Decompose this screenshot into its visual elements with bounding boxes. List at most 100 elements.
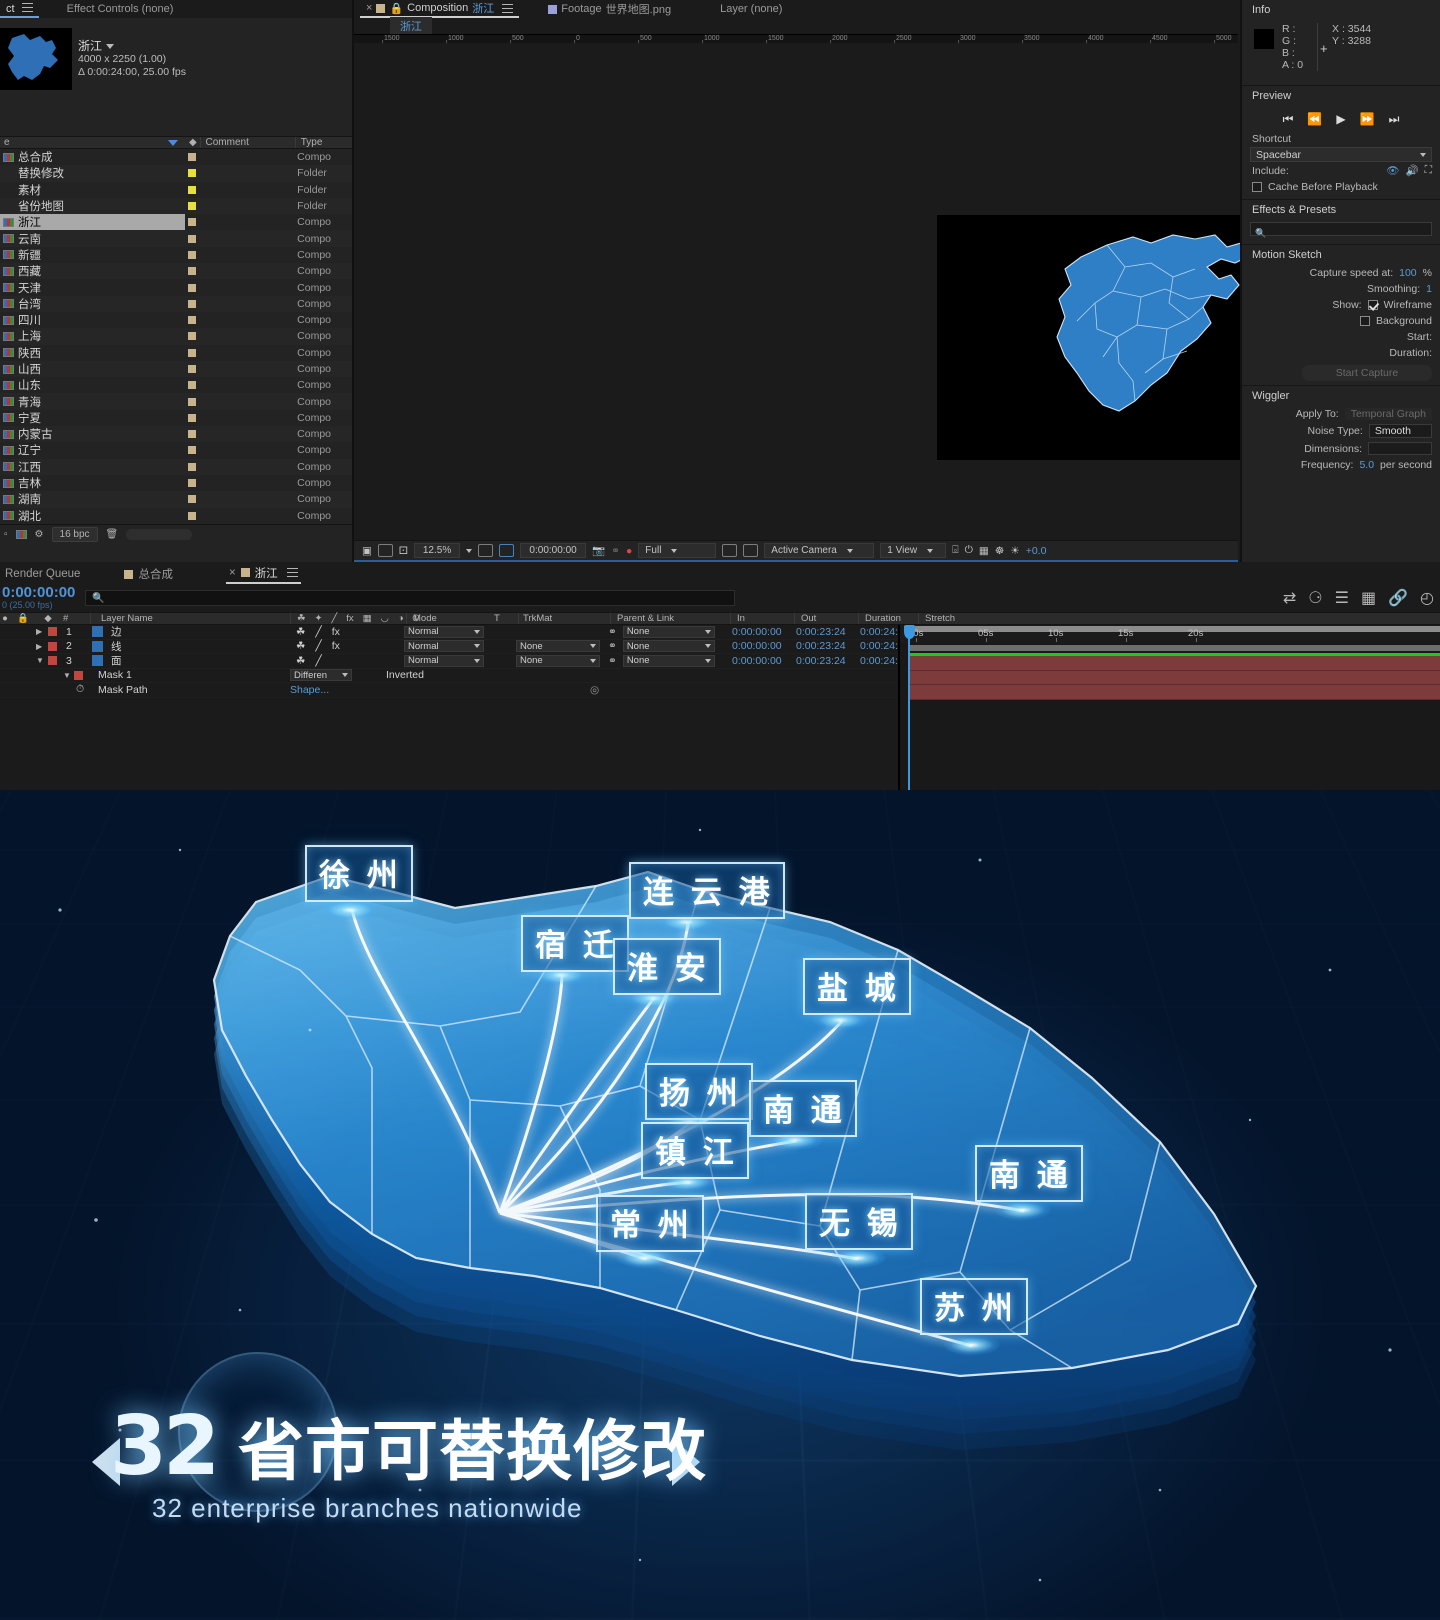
project-list-item[interactable]: 湖南 Compo — [0, 491, 352, 508]
project-item-label-swatch[interactable] — [185, 397, 198, 406]
stopwatch-icon[interactable]: ⏱ — [76, 683, 92, 698]
parent-pickwhip-icon[interactable]: ⚭ — [608, 640, 617, 652]
play-icon[interactable]: ▶ — [1336, 112, 1345, 127]
region-of-interest-icon[interactable] — [499, 544, 515, 557]
tab-effect-controls[interactable]: Effect Controls (none) — [61, 0, 180, 18]
brainstorm-icon[interactable]: ▦ — [1361, 588, 1376, 608]
col-index[interactable]: # — [60, 613, 90, 624]
project-item-label-swatch[interactable] — [185, 479, 198, 488]
start-capture-button[interactable]: Start Capture — [1302, 365, 1432, 381]
layer-quality-icon[interactable]: ╱ — [315, 655, 321, 667]
exposure-value[interactable]: +0.0 — [1026, 545, 1047, 557]
tab-composition[interactable]: × 🔒 Composition 浙江 — [360, 0, 520, 18]
layer-expand-icon[interactable]: ▶ — [36, 625, 48, 640]
project-list-item[interactable]: 云南 Compo — [0, 230, 352, 247]
project-list-item[interactable]: 湖北 Compo — [0, 508, 352, 524]
cache-before-playback-row[interactable]: Cache Before Playback — [1242, 179, 1440, 195]
project-list-item[interactable]: 上海 Compo — [0, 328, 352, 345]
layer-in-point[interactable]: 0:00:00:00 — [728, 639, 792, 654]
close-icon[interactable]: × — [366, 2, 372, 14]
layer-trkmat-select[interactable]: None — [516, 640, 600, 653]
effects-presets-search[interactable]: 🔍 — [1250, 222, 1432, 238]
layer-parent-select[interactable]: None — [622, 640, 715, 653]
panel-menu-icon[interactable] — [21, 3, 33, 12]
project-list-item[interactable]: 省份地图 Folder — [0, 197, 352, 215]
layer-out-point[interactable]: 0:00:23:24 — [792, 654, 856, 669]
include-video-eye-icon[interactable]: 👁 — [1386, 164, 1399, 177]
project-list-item[interactable]: 台湾 Compo — [0, 295, 352, 312]
project-list-item[interactable]: 西藏 Compo — [0, 263, 352, 280]
3d-renderer-icon[interactable]: ☰ — [1335, 588, 1349, 608]
project-list-item[interactable]: 山西 Compo — [0, 360, 352, 378]
timeline-menu-icon[interactable] — [286, 568, 298, 577]
project-list-item[interactable]: 天津 Compo — [0, 279, 352, 295]
next-frame-icon[interactable]: ⏩ — [1360, 112, 1375, 127]
project-list-item[interactable]: 吉林 Compo — [0, 475, 352, 491]
delete-icon[interactable]: 🗑 — [106, 529, 119, 540]
layer-label-chip[interactable] — [48, 641, 57, 651]
layer-shy-icon[interactable]: ☘ — [296, 655, 305, 667]
project-list-item[interactable]: 青海 Compo — [0, 393, 352, 410]
project-item-label-swatch[interactable] — [185, 348, 198, 357]
project-item-label-swatch[interactable] — [185, 446, 198, 455]
graph-editor-toggle-icon[interactable]: ◴ — [1420, 588, 1434, 608]
timeline-time-ruler[interactable]: 00s 05s 10s 15s 20s — [900, 625, 1440, 643]
project-item-label-swatch[interactable] — [185, 202, 198, 211]
prev-frame-icon[interactable]: ⏪ — [1307, 112, 1322, 127]
project-list-item[interactable]: 内蒙古 Compo — [0, 426, 352, 443]
pixel-aspect-icon[interactable]: ⌻ — [952, 544, 958, 557]
col-in[interactable]: In — [730, 613, 794, 624]
project-item-label-swatch[interactable] — [185, 185, 198, 194]
region-interest-toggle-icon[interactable] — [722, 544, 738, 557]
project-list-item[interactable]: 四川 Compo — [0, 312, 352, 328]
cache-before-playback-checkbox[interactable] — [1252, 182, 1262, 192]
project-list-item[interactable]: 新疆 Compo — [0, 247, 352, 263]
always-preview-icon[interactable]: ▣ — [362, 545, 372, 557]
new-folder-icon[interactable]: ▫ — [4, 529, 8, 540]
project-list-item[interactable]: 辽宁 Compo — [0, 442, 352, 458]
project-list-item[interactable]: 江西 Compo — [0, 458, 352, 475]
fast-previews-icon[interactable]: ⏻ — [965, 544, 973, 557]
col-parent-link[interactable]: Parent & Link — [610, 613, 730, 624]
zoom-level-select[interactable]: 12.5% — [414, 543, 461, 558]
transparency-grid-icon[interactable] — [743, 544, 759, 557]
layer-label-chip[interactable] — [48, 656, 57, 666]
project-item-label-swatch[interactable] — [185, 462, 198, 471]
new-composition-icon[interactable] — [15, 530, 27, 539]
project-scrollbar[interactable] — [126, 529, 192, 540]
project-item-label-swatch[interactable] — [185, 413, 198, 422]
toggle-transparency-icon[interactable] — [377, 544, 393, 557]
layer-mode-select[interactable]: Normal — [404, 625, 484, 638]
parent-pickwhip-icon[interactable]: ⚭ — [608, 655, 617, 667]
col-mode[interactable]: Mode — [406, 613, 494, 624]
col-duration[interactable]: Duration — [858, 613, 918, 624]
col-out[interactable]: Out — [794, 613, 858, 624]
layer-out-point[interactable]: 0:00:23:24 — [792, 625, 856, 640]
current-time-indicator[interactable] — [903, 625, 915, 790]
draft-3d-icon[interactable]: 🔗 — [1388, 588, 1408, 608]
include-overlays-icon[interactable]: ⛶ — [1425, 164, 1432, 177]
motion-blur-icon[interactable]: ⚆ — [1308, 588, 1322, 608]
project-item-label-swatch[interactable] — [185, 234, 198, 243]
current-time-display[interactable]: 0:00:00:00 — [520, 543, 587, 558]
layer-expand-icon[interactable]: ▶ — [36, 639, 48, 654]
frequency-value[interactable]: 5.0 — [1359, 459, 1374, 471]
mask-mode-select[interactable]: Differen — [290, 669, 352, 682]
layer-shy-icon[interactable]: ☘ — [296, 640, 305, 652]
composition-stage[interactable] — [354, 43, 1373, 538]
views-select[interactable]: 1 View — [880, 543, 947, 558]
project-item-label-swatch[interactable] — [185, 218, 198, 227]
resolution-select[interactable]: Full — [638, 543, 717, 558]
include-audio-icon[interactable]: 🔊 — [1406, 164, 1419, 177]
project-item-label-swatch[interactable] — [185, 169, 198, 178]
snapshot-camera-icon[interactable]: 📷 — [592, 544, 605, 557]
project-list-item[interactable]: 替换修改 Folder — [0, 165, 352, 182]
mask-inverted-label[interactable]: Inverted — [380, 668, 470, 683]
project-item-label-swatch[interactable] — [185, 250, 198, 259]
layer-in-point[interactable]: 0:00:00:00 — [728, 625, 792, 640]
tab-project[interactable]: ct — [0, 0, 39, 18]
composition-menu-icon[interactable] — [502, 3, 514, 13]
time-navigator-bar[interactable] — [908, 645, 1440, 651]
col-type[interactable]: Type — [294, 137, 352, 148]
show-snapshot-icon[interactable]: ⚭ — [611, 545, 620, 557]
